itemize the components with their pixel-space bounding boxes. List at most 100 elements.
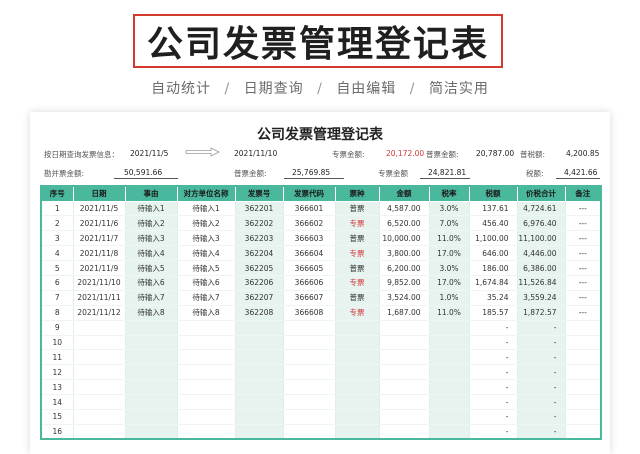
table-cell[interactable]: --- (565, 245, 602, 262)
table-cell[interactable]: 10,000.00 (379, 230, 430, 247)
column-header[interactable]: 发票代码 (282, 185, 336, 202)
table-cell[interactable] (335, 409, 380, 425)
table-cell[interactable]: 待输入5 (177, 260, 236, 276)
table-cell[interactable] (283, 394, 336, 410)
table-cell[interactable] (235, 349, 284, 366)
table-cell[interactable]: --- (565, 290, 602, 306)
table-cell[interactable]: 13 (41, 379, 74, 396)
table-cell[interactable] (283, 379, 336, 396)
table-cell[interactable]: 366601 (283, 201, 336, 217)
table-cell[interactable] (283, 349, 336, 366)
table-cell[interactable] (379, 349, 430, 366)
table-cell[interactable]: 9 (41, 320, 74, 336)
table-cell[interactable]: - (517, 335, 566, 351)
table-cell[interactable] (429, 320, 470, 336)
table-cell[interactable] (125, 364, 178, 381)
table-cell[interactable] (73, 335, 126, 351)
table-cell[interactable] (177, 394, 236, 410)
table-cell[interactable]: 11.0% (429, 305, 470, 321)
table-cell[interactable]: 6,976.40 (517, 215, 566, 232)
table-cell[interactable] (73, 364, 126, 381)
table-cell[interactable] (177, 335, 236, 351)
table-cell[interactable]: 7.0% (429, 215, 470, 232)
table-cell[interactable]: 1,100.00 (469, 230, 518, 247)
table-cell[interactable] (73, 349, 126, 366)
table-cell[interactable]: - (517, 379, 566, 396)
table-cell[interactable]: 16 (41, 424, 74, 440)
table-cell[interactable]: 待输入4 (177, 245, 236, 262)
table-cell[interactable] (565, 379, 602, 396)
table-cell[interactable]: 362205 (235, 260, 284, 276)
table-cell[interactable]: 366603 (283, 230, 336, 247)
table-cell[interactable]: - (469, 394, 518, 410)
column-header[interactable]: 价税合计 (516, 185, 566, 202)
table-cell[interactable] (379, 379, 430, 396)
column-header[interactable]: 序号 (40, 185, 74, 202)
table-cell[interactable]: 普票 (335, 260, 380, 276)
table-cell[interactable]: 11 (41, 349, 74, 366)
table-cell[interactable]: - (517, 394, 566, 410)
table-cell[interactable] (73, 409, 126, 425)
table-cell[interactable] (235, 335, 284, 351)
table-cell[interactable]: 待输入2 (177, 215, 236, 232)
table-cell[interactable]: 专票 (335, 305, 380, 321)
table-cell[interactable]: 2 (41, 215, 74, 232)
table-cell[interactable]: - (469, 409, 518, 425)
table-cell[interactable] (379, 424, 430, 440)
table-cell[interactable]: 2021/11/9 (73, 260, 126, 276)
table-cell[interactable]: 普票 (335, 290, 380, 306)
table-cell[interactable]: 待输入1 (177, 201, 236, 217)
table-cell[interactable]: 普票 (335, 230, 380, 247)
table-cell[interactable] (335, 335, 380, 351)
column-header[interactable]: 金额 (378, 185, 430, 202)
table-cell[interactable]: 9,852.00 (379, 275, 430, 291)
table-cell[interactable] (125, 379, 178, 396)
table-cell[interactable] (177, 320, 236, 336)
table-cell[interactable] (379, 409, 430, 425)
table-cell[interactable]: 待输入7 (125, 290, 178, 306)
table-cell[interactable] (177, 364, 236, 381)
table-cell[interactable]: - (517, 424, 566, 440)
table-cell[interactable] (125, 394, 178, 410)
table-cell[interactable] (235, 424, 284, 440)
table-cell[interactable] (429, 349, 470, 366)
table-cell[interactable]: 待输入3 (125, 230, 178, 247)
table-cell[interactable]: 待输入6 (125, 275, 178, 291)
table-cell[interactable] (565, 394, 602, 410)
table-cell[interactable]: 362208 (235, 305, 284, 321)
table-cell[interactable]: 362207 (235, 290, 284, 306)
table-cell[interactable]: 14 (41, 394, 74, 410)
table-cell[interactable]: 362202 (235, 215, 284, 232)
table-cell[interactable]: 362201 (235, 201, 284, 217)
table-cell[interactable]: 4,587.00 (379, 201, 430, 217)
table-cell[interactable]: 366602 (283, 215, 336, 232)
table-cell[interactable]: 3.0% (429, 201, 470, 217)
table-cell[interactable] (335, 349, 380, 366)
table-cell[interactable]: 2021/11/8 (73, 245, 126, 262)
table-cell[interactable]: --- (565, 230, 602, 247)
table-cell[interactable]: 待输入5 (125, 260, 178, 276)
column-header[interactable]: 税额 (468, 185, 518, 202)
table-cell[interactable]: --- (565, 275, 602, 291)
table-cell[interactable]: 2021/11/5 (73, 201, 126, 217)
table-cell[interactable] (335, 320, 380, 336)
table-cell[interactable]: 专票 (335, 215, 380, 232)
table-cell[interactable]: 待输入6 (177, 275, 236, 291)
table-cell[interactable]: 普票 (335, 201, 380, 217)
table-cell[interactable] (73, 394, 126, 410)
table-cell[interactable]: - (469, 424, 518, 440)
table-cell[interactable] (73, 320, 126, 336)
table-cell[interactable] (73, 379, 126, 396)
table-cell[interactable]: - (517, 320, 566, 336)
table-cell[interactable]: 35.24 (469, 290, 518, 306)
table-cell[interactable] (177, 424, 236, 440)
table-cell[interactable]: 3,524.00 (379, 290, 430, 306)
table-cell[interactable]: --- (565, 305, 602, 321)
table-cell[interactable] (565, 320, 602, 336)
table-cell[interactable]: 10 (41, 335, 74, 351)
table-cell[interactable] (429, 409, 470, 425)
table-cell[interactable] (565, 424, 602, 440)
table-cell[interactable]: 17.0% (429, 275, 470, 291)
table-cell[interactable] (429, 335, 470, 351)
table-cell[interactable]: 12 (41, 364, 74, 381)
